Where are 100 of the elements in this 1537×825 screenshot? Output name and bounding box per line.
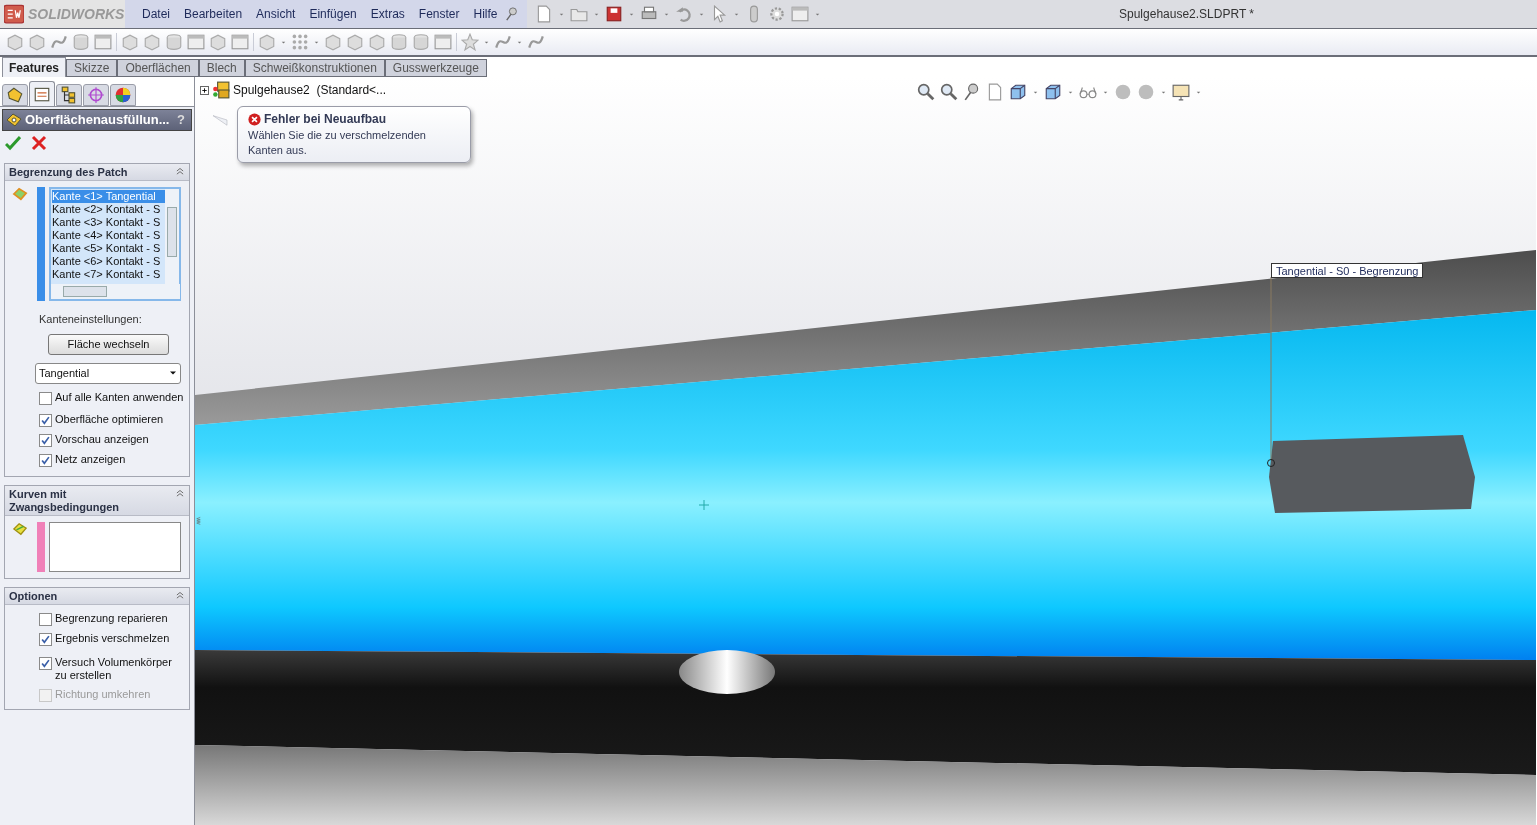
solid-icon[interactable]	[209, 33, 227, 51]
solid-icon[interactable]	[143, 33, 161, 51]
panel-tab[interactable]	[2, 84, 28, 106]
ribbon-tab[interactable]: Schweißkonstruktionen	[244, 59, 385, 77]
ribbon-tab[interactable]: Features	[2, 57, 67, 77]
panel-tab[interactable]	[110, 84, 136, 106]
display-style-icon[interactable]	[1044, 83, 1062, 101]
checkbox-label: Begrenzung reparieren	[55, 611, 168, 625]
checkmark-icon	[41, 634, 50, 644]
edge-list-item[interactable]: Kante <4> Kontakt - S	[52, 229, 165, 242]
solid-icon[interactable]	[6, 33, 24, 51]
color-wheel-icon	[114, 86, 132, 104]
selection-color-bar	[37, 521, 45, 572]
zoom-to-fit-icon[interactable]	[917, 83, 935, 101]
solid-icon[interactable]	[258, 33, 276, 51]
edge-settings-label: Kanteneinstellungen:	[38, 312, 143, 327]
hierarchy-icon	[60, 86, 78, 104]
view-settings-icon[interactable]	[1172, 83, 1190, 101]
menu-item[interactable]: Hilfe	[466, 5, 505, 23]
checkbox[interactable]	[39, 433, 52, 447]
edge-list-item[interactable]: Kante <7> Kontakt - S	[52, 268, 165, 281]
panel-icon[interactable]	[187, 33, 205, 51]
cylinder-icon[interactable]	[412, 33, 430, 51]
checkbox[interactable]	[39, 413, 52, 427]
cylinder-icon[interactable]	[72, 33, 90, 51]
checkbox[interactable]	[39, 612, 52, 626]
vertical-scrollbar[interactable]	[165, 189, 179, 284]
menu-item[interactable]: Extras	[363, 5, 412, 23]
edge-list[interactable]: Kante <1> Tangential Kante <2> Kontakt - S Kante <3> Kontakt - S Kante <4> Kontakt - S Kante <5> Kontakt - S Kante <6> Kontakt - S Kante <7> Kontakt - S	[49, 187, 181, 301]
curve-icon[interactable]	[527, 33, 545, 51]
callout-label: Tangential - S0 - Begrenzung	[1271, 263, 1424, 278]
expand-toggle[interactable]	[200, 85, 209, 95]
checkbox[interactable]	[39, 391, 52, 405]
sw-logo-icon	[4, 4, 24, 24]
curve-icon[interactable]	[494, 33, 512, 51]
error-title: Fehler bei Neuaufbau	[264, 111, 387, 128]
section-title: Optionen	[9, 589, 59, 603]
collapse-chevron-icon[interactable]	[175, 166, 185, 176]
close-icon[interactable]	[31, 135, 47, 151]
menu-item[interactable]: Ansicht	[249, 5, 303, 23]
checkbox[interactable]	[39, 656, 52, 670]
scene-icon[interactable]	[1137, 83, 1155, 101]
menu-item[interactable]: Bearbeiten	[177, 5, 250, 23]
surface-patch-icon	[6, 112, 22, 128]
plus-icon	[201, 86, 208, 94]
window-icon[interactable]	[790, 5, 809, 23]
ribbon-tab[interactable]: Gusswerkzeuge	[384, 59, 487, 77]
ribbon-tab[interactable]: Blech	[198, 59, 245, 77]
pin-icon[interactable]	[504, 7, 519, 21]
menu-item[interactable]: Datei	[135, 5, 177, 23]
edge-list-item[interactable]: Kante <3> Kontakt - S	[52, 216, 165, 229]
panel-icon[interactable]	[94, 33, 112, 51]
appearance-icon[interactable]	[1114, 83, 1132, 101]
solid-icon[interactable]	[28, 33, 46, 51]
document-title: Spulgehause2.SLDPRT *	[1119, 6, 1254, 23]
panel-tab[interactable]	[29, 81, 55, 106]
ribbon-tab[interactable]: Skizze	[66, 59, 118, 77]
panel-icon[interactable]	[434, 33, 452, 51]
gear-icon[interactable]	[767, 5, 786, 23]
checkbox-label: Auf alle Kanten anwenden	[55, 390, 184, 404]
curve-list[interactable]	[49, 521, 181, 572]
floppy-icon[interactable]	[604, 5, 623, 23]
previous-view-icon[interactable]	[963, 83, 981, 101]
edge-list-item[interactable]: Kante <2> Kontakt - S	[52, 203, 165, 216]
section-view-icon[interactable]	[986, 83, 1004, 101]
undo-icon[interactable]	[674, 5, 693, 23]
dropdown-arrow-icon	[169, 369, 177, 377]
edge-selection-icon	[11, 187, 29, 201]
ribbon-tab[interactable]: Oberflächen	[117, 59, 199, 77]
dot-grid-icon[interactable]	[291, 33, 309, 51]
panel-tab[interactable]	[56, 84, 82, 106]
property-sheet-icon	[33, 85, 51, 103]
cylinder-icon[interactable]	[165, 33, 183, 51]
curve-icon[interactable]	[50, 33, 68, 51]
collapse-chevron-icon[interactable]	[175, 487, 185, 498]
checkbox-label: Oberfläche optimieren	[55, 412, 164, 426]
sparkle-icon[interactable]	[461, 33, 479, 51]
solid-icon[interactable]	[368, 33, 386, 51]
feature-tree-item[interactable]: Spulgehause2 (Standard<...	[233, 81, 387, 99]
feature-tree-icon	[6, 86, 24, 104]
error-message: Wählen Sie die zu verschmelzenden Kanten aus.	[248, 128, 427, 158]
checkbox[interactable]	[39, 453, 52, 467]
horizontal-scrollbar[interactable]	[51, 284, 180, 299]
section-title: Begrenzung des Patch	[9, 166, 129, 179]
solid-icon[interactable]	[324, 33, 342, 51]
edge-list-item[interactable]: Kante <5> Kontakt - S	[52, 242, 165, 255]
flip-face-button[interactable]: Fläche wechseln	[48, 333, 169, 355]
panel-icon[interactable]	[231, 33, 249, 51]
collapse-chevron-icon[interactable]	[175, 589, 185, 600]
menu-item[interactable]: Fenster	[411, 5, 467, 23]
checkbox[interactable]	[39, 632, 52, 646]
continuity-dropdown[interactable]: Tangential	[35, 362, 181, 384]
checkmark-icon[interactable]	[5, 135, 21, 151]
zoom-area-icon[interactable]	[940, 83, 958, 101]
edge-list-item[interactable]: Kante <6> Kontakt - S	[52, 255, 165, 268]
solid-icon[interactable]	[121, 33, 139, 51]
view-orientation-icon[interactable]	[1009, 83, 1027, 101]
menu-item[interactable]: Einfügen	[302, 5, 364, 23]
solid-icon[interactable]	[346, 33, 364, 51]
cylinder-icon[interactable]	[390, 33, 408, 51]
